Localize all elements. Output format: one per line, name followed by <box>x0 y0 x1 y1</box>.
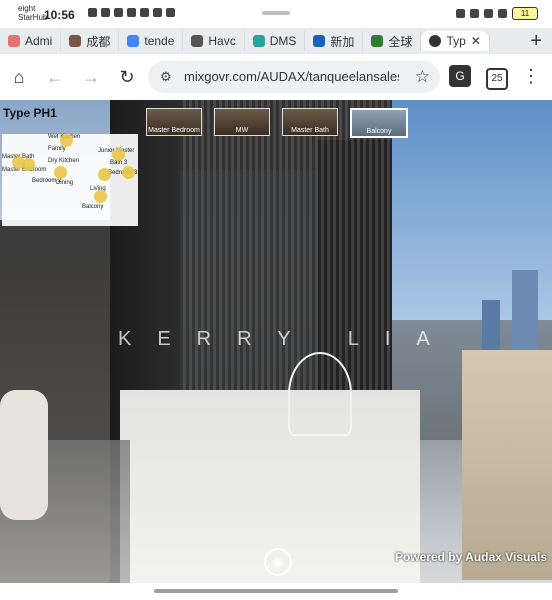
floor-plan: Master Bath Master Bedroom Wet Kitchen F… <box>2 134 138 226</box>
panorama-viewer[interactable]: KERRY LIA Type PH1 Master Bath Master Be… <box>0 100 552 583</box>
tab-label: Typ <box>446 34 466 48</box>
chat-icon <box>114 8 123 17</box>
scene-thumbnails: Master Bedroom MW Master Bath Balcony <box>146 108 408 138</box>
status-bar: eight StarHub 10:56 11 <box>0 0 552 28</box>
tab-dms[interactable]: DMS <box>245 31 306 51</box>
tab-label: 成都 <box>86 34 111 49</box>
tab-label: 全球 <box>388 34 413 49</box>
back-icon[interactable]: ← <box>44 66 66 88</box>
forward-icon[interactable]: → <box>80 66 102 88</box>
tab-admin[interactable]: Admi <box>0 31 62 51</box>
watermark: KERRY LIA <box>118 328 456 350</box>
tab-label: Admi <box>25 34 53 48</box>
chair <box>288 352 352 436</box>
tab-favicon-icon <box>252 35 265 47</box>
room-label: Balcony <box>82 204 104 210</box>
hotspot-dry-kitchen[interactable] <box>54 166 67 179</box>
gesture-bar <box>0 583 552 600</box>
thumb-master-bath[interactable]: Master Bath <box>282 108 338 136</box>
play-icon <box>153 8 162 17</box>
powered-by: Powered by Audax Visuals <box>394 550 547 564</box>
tab-singapore[interactable]: 新加 <box>305 31 364 51</box>
thumb-mw[interactable]: MW <box>214 108 270 136</box>
url-text: mixgovr.com/AUDAX/tanqueelansalesk <box>184 69 399 84</box>
home-indicator[interactable] <box>154 589 398 593</box>
carrier-line2: StarHub <box>18 13 48 22</box>
tab-favicon-icon <box>8 35 20 47</box>
nfc-icon <box>88 8 97 17</box>
address-bar: ⌂ ← → ↻ ⚙ mixgovr.com/AUDAX/tanqueelansa… <box>0 54 552 100</box>
thumb-balcony[interactable]: Balcony <box>350 108 408 138</box>
close-tab-icon[interactable]: ✕ <box>471 34 481 48</box>
notch-indicator <box>262 11 290 15</box>
hotspot-junior-master[interactable] <box>112 148 125 161</box>
bookmark-star-icon[interactable]: ☆ <box>415 67 430 87</box>
tab-favicon-icon <box>191 35 204 47</box>
notification-icons <box>88 8 175 17</box>
home-icon[interactable]: ⌂ <box>8 66 30 88</box>
tab-type-active[interactable]: Typ ✕ <box>421 31 490 51</box>
signal2-icon <box>498 9 507 18</box>
tab-global[interactable]: 全球 <box>363 31 422 51</box>
carrier: eight StarHub <box>18 4 47 22</box>
plan-title: Type PH1 <box>3 106 57 120</box>
room-label: Bedroom 2 <box>32 178 62 184</box>
thumb-label: Master Bedroom <box>148 127 200 134</box>
menu-icon[interactable]: ⋮ <box>522 66 540 87</box>
thumb-label: Balcony <box>366 128 392 135</box>
signal-icon <box>484 9 493 18</box>
hotspot-master-bedroom[interactable] <box>22 158 35 171</box>
tab-label: Havc <box>208 34 236 48</box>
hotspot-bedroom3[interactable] <box>122 166 135 179</box>
thumb-master-bedroom[interactable]: Master Bedroom <box>146 108 202 136</box>
tab-count-button[interactable]: 25 <box>486 68 508 90</box>
globe-icon <box>429 35 442 47</box>
vr-mode-icon[interactable]: ◉ <box>264 548 292 576</box>
wifi-icon <box>456 9 465 18</box>
google-icon <box>127 35 140 47</box>
room-label: Family <box>48 146 66 152</box>
new-tab-button[interactable]: + <box>530 30 542 53</box>
room-label: Dry Kitchen <box>48 158 80 164</box>
tab-favicon-icon <box>69 35 82 47</box>
tab-chengdu[interactable]: 成都 <box>61 31 120 51</box>
site-settings-icon[interactable]: ⚙ <box>160 69 172 85</box>
thumb-label: MW <box>235 127 249 134</box>
translate-icon[interactable]: G <box>449 65 471 87</box>
tab-strip: Admi 成都 tende Havc DMS 新加 全球 Typ ✕ + <box>0 28 552 54</box>
building <box>462 350 552 580</box>
system-icons: 11 <box>456 7 538 20</box>
bag-icon <box>140 8 149 17</box>
tab-tender[interactable]: tende <box>119 31 184 51</box>
tab-havc[interactable]: Havc <box>183 31 245 51</box>
hotspot-bath3[interactable] <box>98 168 111 181</box>
tab-label: DMS <box>269 34 297 48</box>
url-field[interactable]: ⚙ mixgovr.com/AUDAX/tanqueelansalesk ☆ <box>148 61 440 93</box>
clock: 10:56 <box>44 8 75 22</box>
facebook-icon <box>127 8 136 17</box>
battery-icon: 11 <box>512 7 538 20</box>
hotspot-living[interactable] <box>94 190 107 203</box>
sofa <box>0 390 48 520</box>
box-icon <box>166 8 175 17</box>
hd-icon <box>470 9 479 18</box>
tab-favicon-icon <box>371 35 384 47</box>
thumb-label: Master Bath <box>291 127 329 134</box>
reload-icon[interactable]: ↻ <box>116 66 138 88</box>
carrier-line1: eight <box>18 4 36 13</box>
tab-label: tende <box>144 34 175 48</box>
hotspot-wet-kitchen[interactable] <box>60 134 73 147</box>
headset-icon <box>101 8 110 17</box>
tab-favicon-icon <box>313 35 326 47</box>
tab-label: 新加 <box>330 34 355 49</box>
